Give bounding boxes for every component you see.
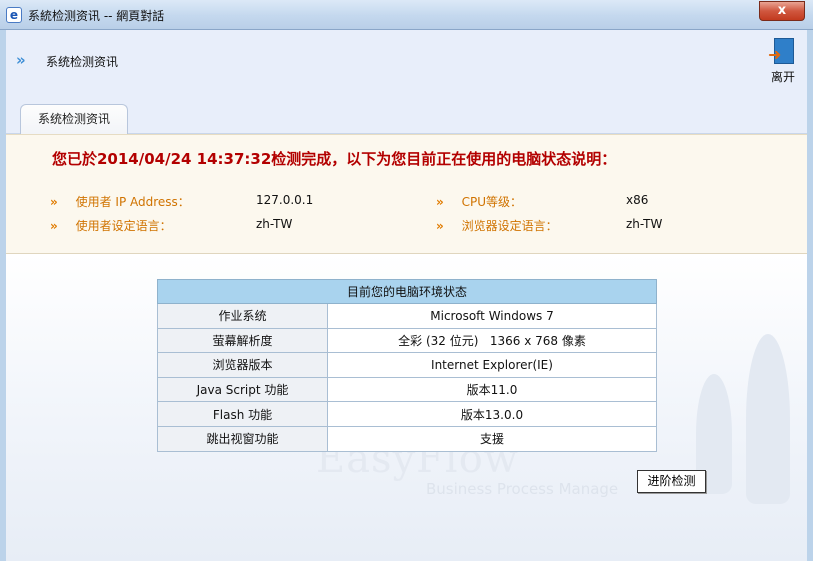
table-row: 萤幕解析度 全彩 (32 位元) 1366 x 768 像素 [157,327,657,354]
table-key: 萤幕解析度 [157,327,328,354]
status-panel: 您已於2014/04/24 14:37:32检测完成，以下为您目前正在使用的电脑… [6,134,807,254]
bullet-icon: » [436,195,444,209]
info-value: zh-TW [256,217,293,231]
close-button[interactable]: x [759,1,805,21]
table-key: Java Script 功能 [157,376,328,403]
table-row: Flash 功能 版本13.0.0 [157,401,657,427]
table-value: 版本11.0 [327,376,657,403]
info-row-ip: » 使用者 IP Address： 127.0.0.1 [50,193,313,210]
table-row: 浏览器版本 Internet Explorer(IE) [157,352,657,378]
status-headline: 您已於2014/04/24 14:37:32检测完成，以下为您目前正在使用的电脑… [52,150,617,168]
table-key: 跳出视窗功能 [157,425,328,452]
bullet-icon: » [50,219,58,233]
content-area: EasyFlow Business Process Manage 目前您的电脑环… [6,254,807,561]
page-title: 系统检测资讯 [46,55,119,69]
exit-door-icon: ➜ [768,38,796,64]
tab-system-info[interactable]: 系统检测资讯 [20,104,128,134]
table-value: 全彩 (32 位元) 1366 x 768 像素 [327,327,657,354]
bullet-icon: » [50,195,58,209]
info-value: x86 [626,193,649,207]
window-title: 系統检测资讯 -- 網頁對話 [28,9,165,23]
info-label: 浏览器设定语言： [461,219,558,233]
advanced-check-button[interactable]: 进阶检测 [637,470,706,493]
table-row: 跳出视窗功能 支援 [157,425,657,452]
table-title: 目前您的电脑环境状态 [157,279,657,304]
info-value: zh-TW [626,217,663,231]
exit-button[interactable]: ➜ 离开 [767,38,799,86]
table-key: Flash 功能 [157,401,328,427]
bullet-icon: » [436,219,444,233]
exit-label: 离开 [770,70,795,84]
window-title-bar: e 系統检测资讯 -- 網頁對話 x [0,0,813,30]
ie-icon: e [6,7,22,23]
watermark-tagline: Business Process Manage [426,480,619,498]
table-row: Java Script 功能 版本11.0 [157,376,657,403]
info-row-user-language: » 使用者设定语言： zh-TW [50,217,292,234]
table-value: 支援 [327,425,657,452]
dialog-page: » 系统检测资讯 ➜ 离开 系统检测资讯 您已於2014/04/24 14:37… [6,30,807,561]
double-chevron-icon: » [16,51,26,69]
table-value: Microsoft Windows 7 [327,303,657,329]
info-value: 127.0.0.1 [256,193,314,207]
info-label: 使用者 IP Address： [75,195,190,209]
table-key: 浏览器版本 [157,352,328,378]
info-row-cpu: » CPU等级： x86 [436,193,648,210]
environment-table: 目前您的电脑环境状态 作业系统 Microsoft Windows 7 萤幕解析… [157,279,657,452]
background-figure [746,334,790,504]
table-value: 版本13.0.0 [327,401,657,427]
info-row-browser-language: » 浏览器设定语言： zh-TW [436,217,662,234]
info-label: 使用者设定语言： [75,219,172,233]
info-label: CPU等级： [461,195,522,209]
table-value: Internet Explorer(IE) [327,352,657,378]
table-row: 作业系统 Microsoft Windows 7 [157,303,657,329]
table-key: 作业系统 [157,303,328,329]
